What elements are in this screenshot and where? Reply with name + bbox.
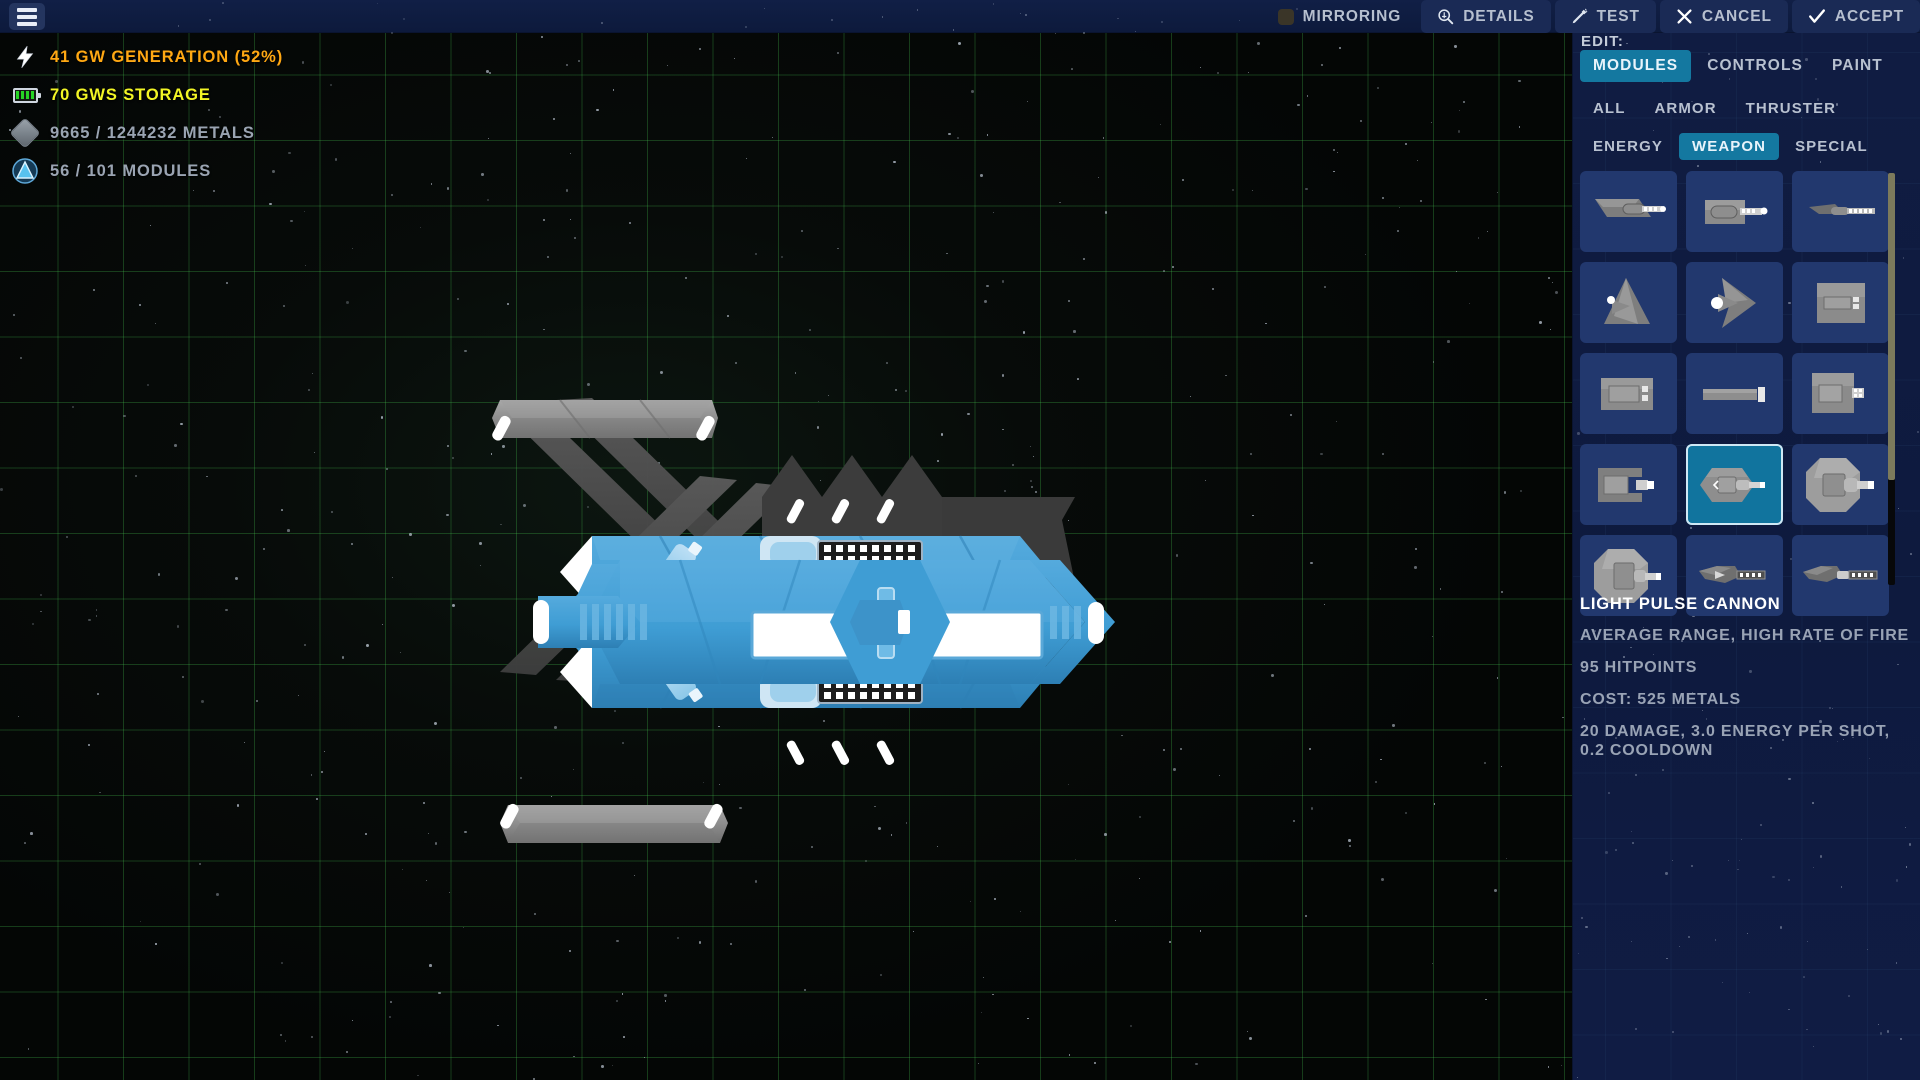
hud-row-storage: 70 GWS STORAGE xyxy=(12,82,283,108)
octagon-turret-icon xyxy=(1805,457,1874,512)
module-tile-rect-launcher[interactable] xyxy=(1580,353,1677,434)
module-info-title: LIGHT PULSE CANNON xyxy=(1580,595,1781,613)
module-list-scrollbar[interactable] xyxy=(1888,173,1895,585)
accept-label: ACCEPT xyxy=(1834,7,1904,25)
module-tile-boxed-turret[interactable] xyxy=(1792,353,1889,434)
metals-value: 9665 / 1244232 METALS xyxy=(50,123,255,142)
module-tile-block-cannon[interactable] xyxy=(1686,171,1783,252)
hamburger-menu-icon[interactable] xyxy=(9,3,45,30)
test-button[interactable]: TEST xyxy=(1554,0,1656,33)
module-tile-square-launcher[interactable] xyxy=(1792,262,1889,343)
dart-cannon-icon xyxy=(1698,565,1765,583)
edit-mode-tabs: MODULES CONTROLS PAINT xyxy=(1580,50,1896,82)
tab-modules[interactable]: MODULES xyxy=(1580,50,1692,82)
module-tile-rail-launcher[interactable] xyxy=(1686,353,1783,434)
test-label: TEST xyxy=(1596,7,1640,25)
checkbox-unchecked-icon xyxy=(1277,8,1294,25)
ship-lower-wing xyxy=(500,803,728,843)
block-cannon-icon xyxy=(1704,199,1767,224)
details-button[interactable]: DETAILS xyxy=(1421,0,1551,33)
module-tile-light-pulse-cannon[interactable] xyxy=(1686,444,1783,525)
filter-tab-special[interactable]: SPECIAL xyxy=(1782,133,1881,160)
square-launcher-icon xyxy=(1816,282,1865,323)
mirroring-label: MIRRORING xyxy=(1302,7,1402,25)
lightning-bolt-icon xyxy=(12,44,38,70)
resource-hud: 41 GW GENERATION (52%) 70 GWS STORAGE 96… xyxy=(9,44,283,184)
tab-controls[interactable]: CONTROLS xyxy=(1694,50,1816,82)
battery-icon xyxy=(12,82,41,108)
ship-upper-wing xyxy=(492,399,718,441)
details-label: DETAILS xyxy=(1463,7,1535,25)
module-info-stats: 20 DAMAGE, 3.0 ENERGY PER SHOT, 0.2 COOL… xyxy=(1580,722,1890,759)
bracket-turret-icon xyxy=(1597,467,1654,502)
filter-tab-all[interactable]: ALL xyxy=(1580,95,1638,122)
filter-tab-energy[interactable]: ENERGY xyxy=(1580,133,1676,160)
toolbar-actions: MIRRORING DETAILS TEST CANCEL ACCEPT xyxy=(1262,0,1920,33)
rect-launcher-icon xyxy=(1600,377,1653,410)
hud-row-generation: 41 GW GENERATION (52%) xyxy=(12,44,283,70)
swept-wing-cannon-icon xyxy=(1594,198,1666,217)
accept-button[interactable]: ACCEPT xyxy=(1791,0,1920,33)
mirroring-toggle[interactable]: MIRRORING xyxy=(1262,0,1418,33)
modules-value: 56 / 101 MODULES xyxy=(50,161,212,180)
dart-repeater-icon xyxy=(1802,565,1877,582)
module-info-description: AVERAGE RANGE, HIGH RATE OF FIRE xyxy=(1580,627,1910,644)
storage-value: 70 GWS STORAGE xyxy=(50,85,211,104)
module-tile-arrowhead-emitter[interactable] xyxy=(1686,262,1783,343)
filter-tab-thruster[interactable]: THRUSTER xyxy=(1733,95,1849,122)
slim-beam-cannon-icon xyxy=(1808,203,1875,215)
module-tile-swept-wing-cannon[interactable] xyxy=(1580,171,1677,252)
module-grid xyxy=(1580,171,1900,616)
triangle-emitter-icon xyxy=(1603,277,1650,324)
hud-row-modules: 56 / 101 MODULES xyxy=(12,158,283,184)
scrollbar-thumb[interactable] xyxy=(1888,173,1895,480)
close-x-icon xyxy=(1676,8,1693,25)
module-info-hitpoints: 95 HITPOINTS xyxy=(1580,658,1698,676)
boxed-turret-icon xyxy=(1811,372,1864,413)
checkmark-icon xyxy=(1808,8,1826,25)
arrowhead-emitter-icon xyxy=(1710,277,1756,328)
magnifier-icon xyxy=(1437,8,1454,25)
tab-paint[interactable]: PAINT xyxy=(1819,50,1896,82)
light-pulse-cannon-icon xyxy=(1699,467,1765,502)
cancel-button[interactable]: CANCEL xyxy=(1659,0,1788,33)
rail-launcher-icon xyxy=(1702,386,1765,402)
module-triangle-icon xyxy=(12,158,38,184)
wrench-icon xyxy=(1571,8,1588,25)
module-filter-tabs-row2: ENERGY WEAPON SPECIAL xyxy=(1580,133,1881,160)
metal-ore-icon xyxy=(9,117,41,149)
cancel-label: CANCEL xyxy=(1701,7,1772,25)
module-tile-bracket-turret[interactable] xyxy=(1580,444,1677,525)
hud-row-metals: 9665 / 1244232 METALS xyxy=(9,117,283,149)
edit-label: EDIT: xyxy=(1581,33,1624,50)
module-panel: EDIT: MODULES CONTROLS PAINT ALL ARMOR T… xyxy=(1572,33,1920,1080)
module-info-cost: COST: 525 METALS xyxy=(1580,690,1741,708)
filter-tab-armor[interactable]: ARMOR xyxy=(1641,95,1729,122)
module-tile-triangle-emitter[interactable] xyxy=(1580,262,1677,343)
filter-tab-weapon[interactable]: WEAPON xyxy=(1678,133,1780,160)
top-toolbar: MIRRORING DETAILS TEST CANCEL ACCEPT xyxy=(0,0,1920,35)
generation-value: 41 GW GENERATION (52%) xyxy=(50,47,284,66)
module-tile-slim-beam-cannon[interactable] xyxy=(1792,171,1889,252)
ship-main-hull xyxy=(533,559,1115,685)
module-tile-octagon-turret[interactable] xyxy=(1792,444,1889,525)
module-info-panel: LIGHT PULSE CANNON AVERAGE RANGE, HIGH R… xyxy=(1580,595,1910,773)
ship-editor-app: 41 GW GENERATION (52%) 70 GWS STORAGE 96… xyxy=(0,0,1920,1080)
module-filter-tabs-row1: ALL ARMOR THRUSTER xyxy=(1580,95,1849,122)
